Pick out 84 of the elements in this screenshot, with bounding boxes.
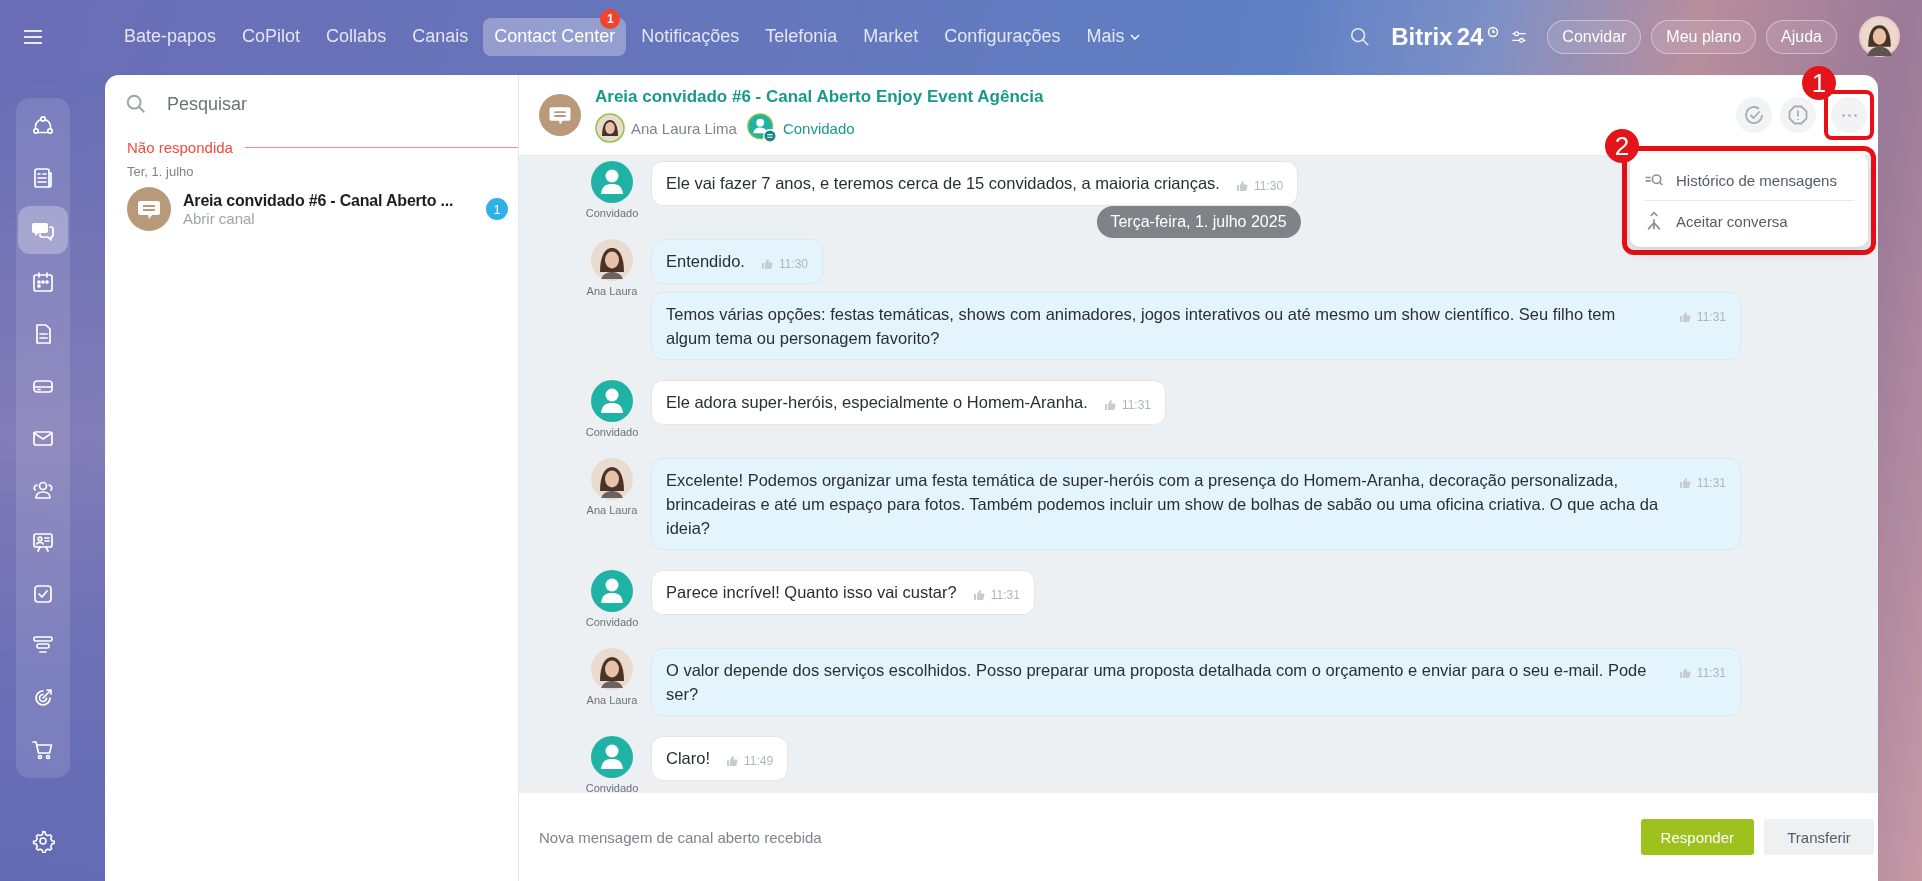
message-time: 11:31 bbox=[990, 587, 1020, 604]
conversation-subtitle: Abrir canal bbox=[183, 209, 256, 227]
chat-title[interactable]: Areia convidado #6 - Canal Aberto Enjoy Event Agência bbox=[595, 87, 1044, 107]
author-name: Ana Laura bbox=[586, 504, 638, 516]
message-text: Temos várias opções: festas temáticas, shows com animadores, jogos interativos ou até mesmo um show científico. Seu filho tem algum tema ou personagem favorito? bbox=[666, 305, 1616, 347]
guest-avatar bbox=[591, 380, 633, 422]
conversation-item[interactable]: Areia convidado #6 - Canal Aberto ... Abrir canal 1 bbox=[121, 179, 518, 239]
transfer-button[interactable]: Transferir bbox=[1764, 819, 1874, 855]
menu-item[interactable]: Histórico de mensagens bbox=[1644, 160, 1854, 200]
check-button[interactable] bbox=[1736, 97, 1772, 133]
presentation-icon bbox=[30, 530, 55, 554]
more-icon bbox=[1841, 113, 1857, 117]
status-text: Nova mensagem de canal aberto recebida bbox=[539, 828, 822, 846]
message-text: Parece incrível! Quanto isso vai custar? bbox=[666, 583, 957, 601]
message-text: Ele vai fazer 7 anos, e teremos cerca de 15 convidados, a maioria crianças. bbox=[666, 174, 1220, 192]
like-icon[interactable] bbox=[726, 755, 738, 767]
like-icon[interactable] bbox=[1235, 180, 1248, 192]
author-name: Convidado bbox=[585, 426, 639, 438]
chat-avatar-icon bbox=[127, 187, 171, 231]
author-name: Convidado bbox=[585, 616, 639, 628]
header-button[interactable]: Convidar bbox=[1547, 19, 1642, 54]
author-name: Convidado bbox=[585, 207, 639, 219]
nav-tab[interactable]: Collabs bbox=[315, 17, 398, 56]
like-icon[interactable] bbox=[1103, 399, 1116, 411]
user-avatar[interactable] bbox=[1859, 16, 1900, 57]
like-icon[interactable] bbox=[972, 589, 985, 601]
search-icon bbox=[125, 93, 147, 115]
nav-tab[interactable]: Notificações bbox=[630, 17, 751, 56]
search-icon[interactable] bbox=[1349, 25, 1372, 48]
author-name: Convidado bbox=[585, 782, 639, 792]
section-title: Não respondida bbox=[127, 139, 233, 156]
unread-count: 1 bbox=[486, 198, 508, 220]
date-label: Ter, 1. julho bbox=[127, 164, 195, 179]
menu-item[interactable]: Aceitar conversa bbox=[1644, 201, 1854, 241]
annotation-number: 1 bbox=[1802, 66, 1836, 100]
chat-avatar-icon bbox=[539, 94, 581, 136]
user-avatar bbox=[595, 113, 625, 143]
message-time: 11:30 bbox=[778, 256, 809, 273]
logo-text: Bitrix bbox=[1391, 22, 1453, 51]
participant-name[interactable]: Convidado bbox=[782, 119, 855, 137]
annotation-number: 2 bbox=[1605, 129, 1639, 163]
notification-badge: 1 bbox=[600, 8, 621, 29]
user-avatar bbox=[591, 239, 633, 281]
clock-icon bbox=[1487, 25, 1500, 38]
conversation-title: Areia convidado #6 - Canal Aberto ... bbox=[183, 191, 455, 210]
nav-tab[interactable]: CoPilot bbox=[231, 17, 312, 56]
nav-tab[interactable]: Market bbox=[852, 17, 930, 56]
date-divider: Terça-feira, 1. julho 2025 bbox=[1096, 206, 1301, 238]
user-avatar bbox=[591, 648, 633, 690]
guest-avatar bbox=[591, 570, 633, 612]
message-time: 11:31 bbox=[1696, 475, 1726, 492]
header-button[interactable]: Meu plano bbox=[1651, 19, 1757, 54]
author-name: Ana Laura bbox=[586, 694, 638, 706]
message-text: Claro! bbox=[666, 749, 710, 767]
message-text: O valor depende dos serviços escolhidos. Posso preparar uma proposta detalhada com o orçamento e enviar para o seu e-mail. Pode ser? bbox=[666, 661, 1647, 703]
author-name: Ana Laura bbox=[586, 285, 638, 297]
guest-avatar bbox=[746, 113, 777, 143]
settings-icon[interactable] bbox=[30, 829, 55, 853]
message-text: Entendido. bbox=[666, 252, 745, 270]
calendar-icon bbox=[30, 270, 55, 294]
sidebar-item[interactable] bbox=[17, 206, 68, 254]
nav-tab[interactable]: Canais bbox=[401, 17, 480, 56]
alert-icon bbox=[1786, 103, 1810, 127]
user-avatar bbox=[591, 458, 633, 500]
logo-number: 24 bbox=[1456, 22, 1484, 51]
message-text: Excelente! Podemos organizar uma festa temática de super-heróis com a presença do Homem-Aranha, decoração personalizada, brincadeiras e até um espaço para fotos. Também podemos incluir um show de bolhas de sabão ou uma oficina criativa. O que acha da ideia? bbox=[666, 471, 1659, 537]
guest-avatar bbox=[591, 736, 633, 778]
header-button[interactable]: Ajuda bbox=[1766, 19, 1837, 54]
guest-avatar bbox=[591, 161, 633, 203]
cart-icon bbox=[30, 738, 55, 762]
nav-tab[interactable]: Bate-papos bbox=[113, 17, 228, 56]
check-circle-icon bbox=[1742, 103, 1766, 127]
reply-button[interactable]: Responder bbox=[1640, 819, 1754, 855]
nav-tab[interactable]: Telefonia bbox=[754, 17, 849, 56]
participant-name[interactable]: Ana Laura Lima bbox=[631, 119, 737, 137]
message-time: 11:31 bbox=[1696, 665, 1726, 682]
message-time: 11:30 bbox=[1253, 178, 1284, 195]
message-time: 11:31 bbox=[1696, 309, 1726, 326]
nav-tab[interactable]: Configurações bbox=[933, 17, 1072, 56]
alert-button[interactable] bbox=[1780, 97, 1816, 133]
nav-tab[interactable]: Mais bbox=[1075, 17, 1152, 56]
message-time: 11:31 bbox=[1121, 397, 1152, 414]
message-text: Ele adora super-heróis, especialmente o Homem-Aranha. bbox=[666, 393, 1088, 411]
message-time: 11:49 bbox=[744, 753, 774, 770]
